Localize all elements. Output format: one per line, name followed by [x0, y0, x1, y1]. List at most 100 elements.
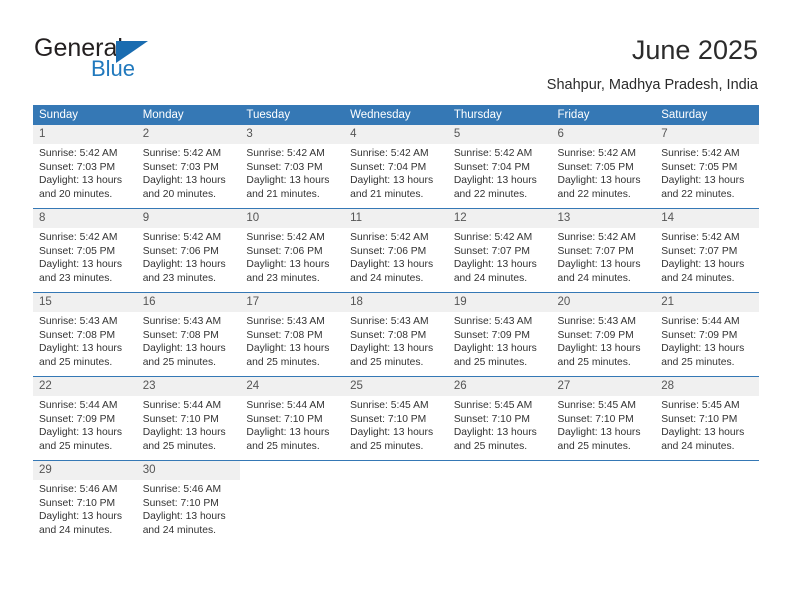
day-number: 21	[655, 293, 759, 312]
calendar-day-cell[interactable]: 14 Sunrise: 5:42 AM Sunset: 7:07 PM Dayligh…	[655, 208, 759, 293]
calendar-day-cell[interactable]: 7 Sunrise: 5:42 AM Sunset: 7:05 PM Daylight…	[655, 125, 759, 209]
calendar-day-cell[interactable]: 30 Sunrise: 5:46 AM Sunset: 7:10 PM Dayligh…	[136, 460, 241, 544]
day-details: Sunrise: 5:45 AM Sunset: 7:10 PM Daylight:…	[552, 396, 656, 454]
sunrise-text: Sunrise: 5:42 AM	[246, 232, 325, 243]
calendar-day-cell[interactable]: 15 Sunrise: 5:43 AM Sunset: 7:08 PM Dayligh…	[33, 292, 137, 377]
sunset-text: Sunset: 7:10 PM	[142, 413, 219, 425]
sunrise-text: Sunrise: 5:42 AM	[661, 232, 740, 243]
calendar-day-cell-empty	[447, 460, 552, 544]
calendar-day-cell[interactable]: 28 Sunrise: 5:45 AM Sunset: 7:10 PM Dayligh…	[655, 376, 759, 461]
sunrise-text: Sunrise: 5:43 AM	[453, 316, 533, 327]
daylight-text-line1: Daylight: 13 hours	[661, 175, 745, 187]
sunrise-text: Sunrise: 5:43 AM	[557, 316, 636, 327]
sunrise-text: Sunrise: 5:44 AM	[39, 400, 118, 411]
day-details: Sunrise: 5:45 AM Sunset: 7:10 PM Daylight:…	[655, 396, 759, 454]
sunset-text: Sunset: 7:08 PM	[350, 329, 427, 341]
sunrise-text: Sunrise: 5:42 AM	[453, 232, 533, 243]
calendar-day-cell[interactable]: 4 Sunrise: 5:42 AM Sunset: 7:04 PM Daylight…	[344, 125, 448, 209]
calendar-day-cell[interactable]: 9 Sunrise: 5:42 AM Sunset: 7:06 PM Daylight…	[136, 208, 241, 293]
day-details: Sunrise: 5:42 AM Sunset: 7:07 PM Daylight:…	[655, 228, 759, 286]
calendar-day-cell[interactable]: 23 Sunrise: 5:44 AM Sunset: 7:10 PM Dayligh…	[136, 376, 241, 461]
calendar-day-cell[interactable]: 21 Sunrise: 5:44 AM Sunset: 7:09 PM Dayligh…	[655, 292, 759, 377]
calendar-day-cell[interactable]: 22 Sunrise: 5:44 AM Sunset: 7:09 PM Dayligh…	[33, 376, 137, 461]
daylight-text-line1: Daylight: 13 hours	[661, 427, 745, 439]
page-title: June 2025	[631, 35, 758, 65]
daylight-text-line1: Daylight: 13 hours	[246, 343, 330, 355]
daylight-text-line2: and 22 minutes.	[557, 189, 631, 201]
calendar-day-cell-empty	[344, 460, 448, 544]
sunset-text: Sunset: 7:03 PM	[39, 161, 116, 173]
day-number: 14	[655, 209, 759, 228]
calendar-day-cell[interactable]: 1 Sunrise: 5:42 AM Sunset: 7:03 PM Daylight…	[33, 125, 137, 209]
calendar-day-cell[interactable]: 11 Sunrise: 5:42 AM Sunset: 7:06 PM Dayligh…	[344, 208, 448, 293]
day-details: Sunrise: 5:42 AM Sunset: 7:07 PM Daylight:…	[552, 228, 656, 286]
calendar-day-cell[interactable]: 16 Sunrise: 5:43 AM Sunset: 7:08 PM Dayligh…	[136, 292, 241, 377]
daylight-text-line2: and 25 minutes.	[453, 357, 528, 369]
calendar-day-cell[interactable]: 8 Sunrise: 5:42 AM Sunset: 7:05 PM Daylight…	[33, 208, 137, 293]
day-number: 7	[655, 125, 759, 144]
day-details: Sunrise: 5:42 AM Sunset: 7:03 PM Daylight:…	[240, 144, 344, 202]
calendar-day-cell[interactable]: 18 Sunrise: 5:43 AM Sunset: 7:08 PM Dayligh…	[344, 292, 448, 377]
sunrise-text: Sunrise: 5:45 AM	[350, 400, 429, 411]
calendar-day-cell[interactable]: 2 Sunrise: 5:42 AM Sunset: 7:03 PM Daylight…	[136, 125, 241, 209]
sunset-text: Sunset: 7:07 PM	[453, 245, 530, 257]
sunset-text: Sunset: 7:10 PM	[453, 413, 530, 425]
day-number: 26	[447, 377, 552, 396]
daylight-text-line1: Daylight: 13 hours	[557, 343, 641, 355]
sunset-text: Sunset: 7:10 PM	[661, 413, 738, 425]
calendar-day-cell[interactable]: 5 Sunrise: 5:42 AM Sunset: 7:04 PM Daylight…	[447, 125, 552, 209]
daylight-text-line1: Daylight: 13 hours	[557, 175, 641, 187]
daylight-text-line1: Daylight: 13 hours	[39, 343, 122, 355]
sunset-text: Sunset: 7:05 PM	[39, 245, 116, 257]
daylight-text-line2: and 23 minutes.	[142, 273, 216, 285]
daylight-text-line1: Daylight: 13 hours	[350, 343, 434, 355]
general-blue-logo: General Blue	[34, 34, 234, 86]
daylight-text-line2: and 25 minutes.	[246, 441, 320, 453]
calendar-day-cell[interactable]: 19 Sunrise: 5:43 AM Sunset: 7:09 PM Dayligh…	[447, 292, 552, 377]
day-details: Sunrise: 5:42 AM Sunset: 7:05 PM Daylight:…	[655, 144, 759, 202]
sunrise-text: Sunrise: 5:46 AM	[39, 484, 118, 495]
calendar-day-cell[interactable]: 25 Sunrise: 5:45 AM Sunset: 7:10 PM Dayligh…	[344, 376, 448, 461]
weekday-header-friday: Friday	[551, 105, 656, 125]
day-number	[240, 461, 345, 480]
day-details: Sunrise: 5:42 AM Sunset: 7:06 PM Daylight:…	[240, 228, 344, 286]
calendar-day-cell[interactable]: 3 Sunrise: 5:42 AM Sunset: 7:03 PM Daylight…	[240, 125, 345, 209]
sunrise-text: Sunrise: 5:43 AM	[246, 316, 325, 327]
calendar-day-cell-empty	[240, 460, 345, 544]
day-number	[655, 461, 759, 480]
day-number: 24	[240, 377, 345, 396]
day-number: 15	[33, 293, 137, 312]
day-number: 13	[551, 209, 656, 228]
page-subtitle-location: Shahpur, Madhya Pradesh, India	[546, 77, 758, 93]
day-details: Sunrise: 5:42 AM Sunset: 7:04 PM Daylight:…	[448, 144, 552, 202]
calendar-day-cell[interactable]: 13 Sunrise: 5:42 AM Sunset: 7:07 PM Dayligh…	[551, 208, 656, 293]
calendar-day-cell[interactable]: 29 Sunrise: 5:46 AM Sunset: 7:10 PM Dayligh…	[33, 460, 137, 544]
day-details: Sunrise: 5:42 AM Sunset: 7:03 PM Daylight:…	[137, 144, 241, 202]
daylight-text-line1: Daylight: 13 hours	[246, 175, 330, 187]
day-details: Sunrise: 5:43 AM Sunset: 7:08 PM Daylight:…	[344, 312, 448, 370]
sunrise-text: Sunrise: 5:44 AM	[142, 400, 222, 411]
day-number: 30	[136, 461, 241, 480]
daylight-text-line1: Daylight: 13 hours	[661, 343, 745, 355]
day-number: 3	[240, 125, 345, 144]
day-details: Sunrise: 5:45 AM Sunset: 7:10 PM Daylight:…	[344, 396, 448, 454]
weekday-header-saturday: Saturday	[655, 105, 759, 125]
daylight-text-line1: Daylight: 13 hours	[39, 259, 122, 271]
calendar-day-cell[interactable]: 20 Sunrise: 5:43 AM Sunset: 7:09 PM Dayligh…	[551, 292, 656, 377]
calendar-header-row: Sunday Monday Tuesday Wednesday Thursday…	[33, 105, 759, 125]
daylight-text-line2: and 24 minutes.	[661, 273, 735, 285]
sunrise-sunset-calendar: Sunday Monday Tuesday Wednesday Thursday…	[33, 105, 759, 544]
calendar-day-cell[interactable]: 6 Sunrise: 5:42 AM Sunset: 7:05 PM Daylight…	[551, 125, 656, 209]
calendar-day-cell[interactable]: 26 Sunrise: 5:45 AM Sunset: 7:10 PM Dayligh…	[447, 376, 552, 461]
calendar-day-cell[interactable]: 27 Sunrise: 5:45 AM Sunset: 7:10 PM Dayligh…	[551, 376, 656, 461]
sunset-text: Sunset: 7:08 PM	[142, 329, 219, 341]
day-number: 20	[551, 293, 656, 312]
calendar-day-cell[interactable]: 10 Sunrise: 5:42 AM Sunset: 7:06 PM Dayligh…	[240, 208, 345, 293]
calendar-day-cell[interactable]: 12 Sunrise: 5:42 AM Sunset: 7:07 PM Dayligh…	[447, 208, 552, 293]
sunset-text: Sunset: 7:03 PM	[246, 161, 323, 173]
calendar-day-cell[interactable]: 24 Sunrise: 5:44 AM Sunset: 7:10 PM Dayligh…	[240, 376, 345, 461]
day-number	[447, 461, 552, 480]
calendar-day-cell[interactable]: 17 Sunrise: 5:43 AM Sunset: 7:08 PM Dayligh…	[240, 292, 345, 377]
daylight-text-line2: and 21 minutes.	[350, 189, 424, 201]
day-details: Sunrise: 5:42 AM Sunset: 7:06 PM Daylight:…	[344, 228, 448, 286]
